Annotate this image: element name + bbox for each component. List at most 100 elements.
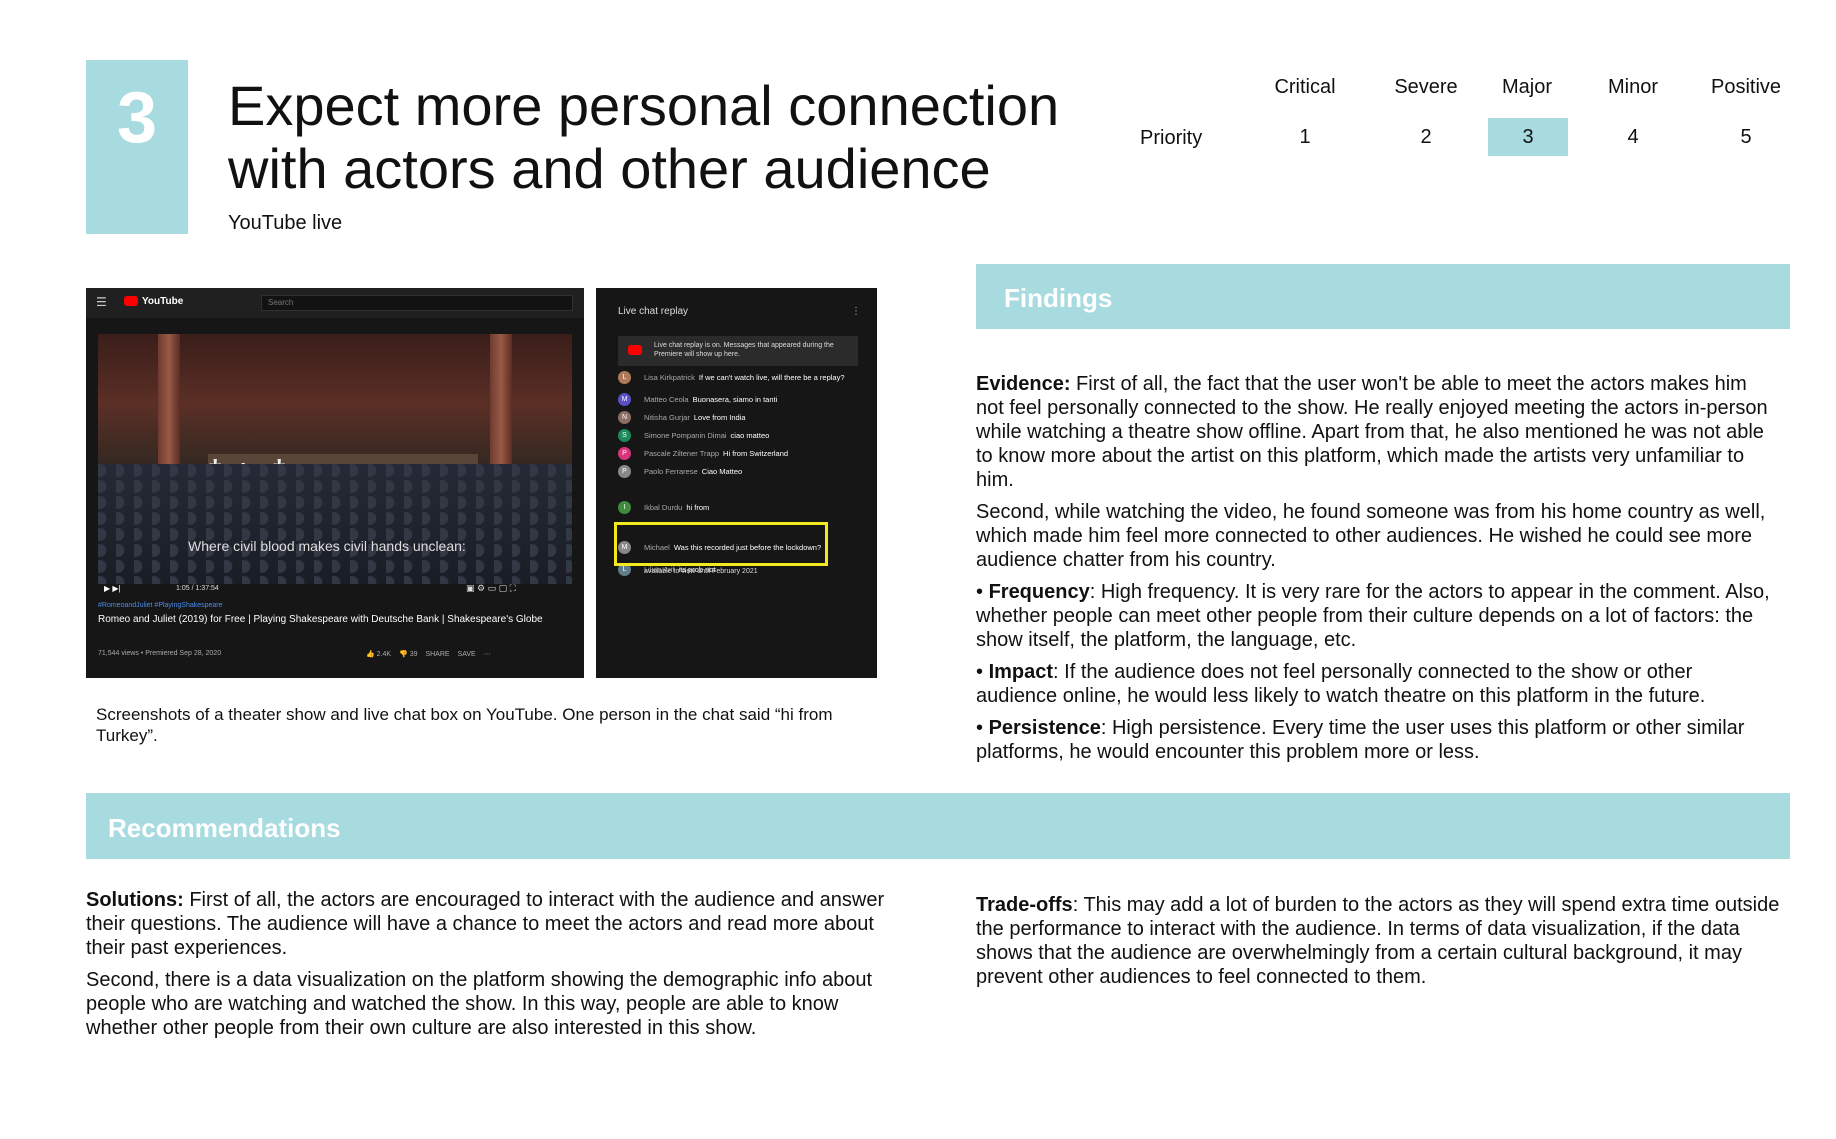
priority-value-2: 2 xyxy=(1420,126,1432,148)
youtube-topbar: ☰ YouTube Search xyxy=(86,288,584,318)
persistence-paragraph: • Persistence: High persistence. Every t… xyxy=(976,717,1745,763)
priority-label: Priority xyxy=(1140,127,1203,149)
recommendations-header-bar: Recommendations xyxy=(86,793,1790,859)
video-actions: 👍 2.4K 👎 39 SHARE SAVE ⋯ xyxy=(366,650,491,658)
chat-message: M Matteo Ceola Buonasera, siamo in tanti xyxy=(618,392,863,410)
solutions-label: Solutions: xyxy=(86,889,184,911)
video-title: Romeo and Juliet (2019) for Free | Playi… xyxy=(98,614,543,625)
chat-avatar: N xyxy=(618,411,631,424)
video-time: 1:05 / 1:37:54 xyxy=(176,585,219,592)
severity-label-major: Major xyxy=(1501,76,1552,98)
chat-text: Ciao Matteo xyxy=(701,467,743,476)
chat-pinned-text: available to view until February 2021 xyxy=(644,568,758,575)
chat-author: Nitisha Gurjar Love from India xyxy=(644,413,746,422)
impact-text: : If the audience does not feel personal… xyxy=(976,661,1706,707)
chat-message: P Paolo Ferrarese Ciao Matteo xyxy=(618,464,863,482)
chat-author: Simone Pompanin Dimai ciao matteo xyxy=(644,431,770,440)
page-subtitle: YouTube live xyxy=(228,212,343,234)
chat-notice-text: Live chat replay is on. Messages that ap… xyxy=(654,342,834,358)
tradeoffs-body: Trade-offs: This may add a lot of burden… xyxy=(976,893,1786,997)
video-subtitle-caption: Where civil blood makes civil hands uncl… xyxy=(188,538,466,554)
chat-avatar: I xyxy=(618,501,631,514)
chat-avatar: S xyxy=(618,429,631,442)
chat-avatar: P xyxy=(618,447,631,460)
evidence-paragraph: Evidence: First of all, the fact that th… xyxy=(976,372,1776,492)
solutions-paragraph-2: Second, there is a data visualization on… xyxy=(86,969,873,1039)
chat-message: I Ikbal Durdu hi from xyxy=(618,500,863,518)
live-chat-screenshot: Live chat replay ⋮ Live chat replay is o… xyxy=(596,288,877,678)
chat-author: Paolo Ferrarese Ciao Matteo xyxy=(644,467,743,476)
video-hashtags: #RomeoandJuliet #PlayingShakespeare xyxy=(98,602,223,609)
evidence-paragraph-2: Second, while watching the video, he fou… xyxy=(976,501,1766,571)
chat-text: If we can't watch live, will there be a … xyxy=(698,373,845,382)
chat-avatar: M xyxy=(618,393,631,406)
youtube-logo-text: YouTube xyxy=(142,296,184,307)
youtube-logo-icon xyxy=(628,345,642,355)
severity-label-positive: Positive xyxy=(1710,76,1782,98)
issue-number: 3 xyxy=(116,78,158,158)
chat-notice: Live chat replay is on. Messages that ap… xyxy=(618,336,858,366)
frequency-paragraph: • Frequency: High frequency. It is very … xyxy=(976,581,1770,651)
chat-highlight-box xyxy=(614,522,828,566)
priority-value-4: 4 xyxy=(1627,126,1639,148)
youtube-player-screenshot: ☰ YouTube Search † † † ▶ Where civil blo… xyxy=(86,288,584,678)
page-title: Expect more personal connection with act… xyxy=(228,74,1060,200)
chat-author: Ikbal Durdu hi from xyxy=(644,503,710,512)
severity-label-severe: Severe xyxy=(1394,76,1458,98)
dislike-count: 39 xyxy=(409,651,418,658)
severity-label-critical: Critical xyxy=(1274,76,1336,98)
chat-title: Live chat replay xyxy=(618,306,689,317)
save-label: SAVE xyxy=(457,651,476,658)
priority-value-3: 3 xyxy=(1522,126,1534,148)
chat-author: Lisa Kirkpatrick If we can't watch live, … xyxy=(644,373,845,382)
chat-text: Love from India xyxy=(693,413,746,422)
persistence-label: Persistence xyxy=(988,717,1101,739)
chat-avatar: L xyxy=(618,371,631,384)
like-icon: 👍 xyxy=(366,651,375,658)
tradeoffs-paragraph: Trade-offs: This may add a lot of burden… xyxy=(976,893,1786,989)
search-placeholder: Search xyxy=(268,298,294,307)
severity-label-minor: Minor xyxy=(1607,76,1658,98)
chat-text: Hi from Switzerland xyxy=(723,449,789,458)
stage-pillar-right xyxy=(490,334,512,484)
play-button-icon: ▶ ▶| xyxy=(104,584,121,593)
findings-heading: Findings xyxy=(1004,283,1113,313)
chat-message: S Simone Pompanin Dimai ciao matteo xyxy=(618,428,863,446)
chat-author: Matteo Ceola Buonasera, siamo in tanti xyxy=(644,395,778,404)
like-count: 2.4K xyxy=(376,651,392,658)
findings-header-bar: Findings xyxy=(976,264,1790,329)
frequency-label: Frequency xyxy=(988,581,1090,603)
youtube-logo-icon xyxy=(124,296,138,306)
stage-pillar-left xyxy=(158,334,180,484)
priority-value-1: 1 xyxy=(1299,126,1311,148)
figure-caption: Screenshots of a theater show and live c… xyxy=(96,705,833,745)
chat-message: P Pascale Ziltener Trapp Hi from Switzerla… xyxy=(618,446,863,464)
chat-message: L Lisa Kirkpatrick If we can't watch live,… xyxy=(618,370,863,388)
more-icon: ⋯ xyxy=(483,651,491,658)
chat-message: N Nitisha Gurjar Love from India xyxy=(618,410,863,428)
evidence-label: Evidence: xyxy=(976,373,1071,395)
video-meta: 71,544 views • Premiered Sep 28, 2020 xyxy=(98,650,222,657)
tradeoffs-text: : This may add a lot of burden to the ac… xyxy=(976,894,1780,988)
evidence-text: First of all, the fact that the user won… xyxy=(976,373,1768,491)
player-settings-icons: ▣ ⚙ ▭ ▢ ⛶ xyxy=(466,583,516,593)
issue-number-badge: 3 xyxy=(86,60,188,234)
frequency-text: : High frequency. It is very rare for th… xyxy=(976,581,1770,651)
dislike-icon: 👎 xyxy=(399,651,408,658)
priority-value-5: 5 xyxy=(1740,126,1752,148)
chat-text: Buonasera, siamo in tanti xyxy=(692,395,778,404)
impact-label: Impact xyxy=(988,661,1054,683)
audience-crowd xyxy=(98,464,572,584)
findings-body: Evidence: First of all, the fact that th… xyxy=(976,372,1776,772)
chat-author: Pascale Ziltener Trapp Hi from Switzerlan… xyxy=(644,449,789,458)
solutions-body: Solutions: First of all, the actors are … xyxy=(86,888,906,1048)
chat-avatar: P xyxy=(618,465,631,478)
solutions-text: First of all, the actors are encouraged … xyxy=(86,889,885,959)
solutions-paragraph: Solutions: First of all, the actors are … xyxy=(86,888,906,960)
impact-paragraph: • Impact: If the audience does not feel … xyxy=(976,661,1706,707)
youtube-search-field: Search xyxy=(261,295,573,311)
chat-text: hi from xyxy=(686,503,710,512)
tradeoffs-label: Trade-offs xyxy=(976,894,1073,916)
chat-more-icon: ⋮ xyxy=(851,306,861,317)
hamburger-menu-icon: ☰ xyxy=(96,295,107,309)
